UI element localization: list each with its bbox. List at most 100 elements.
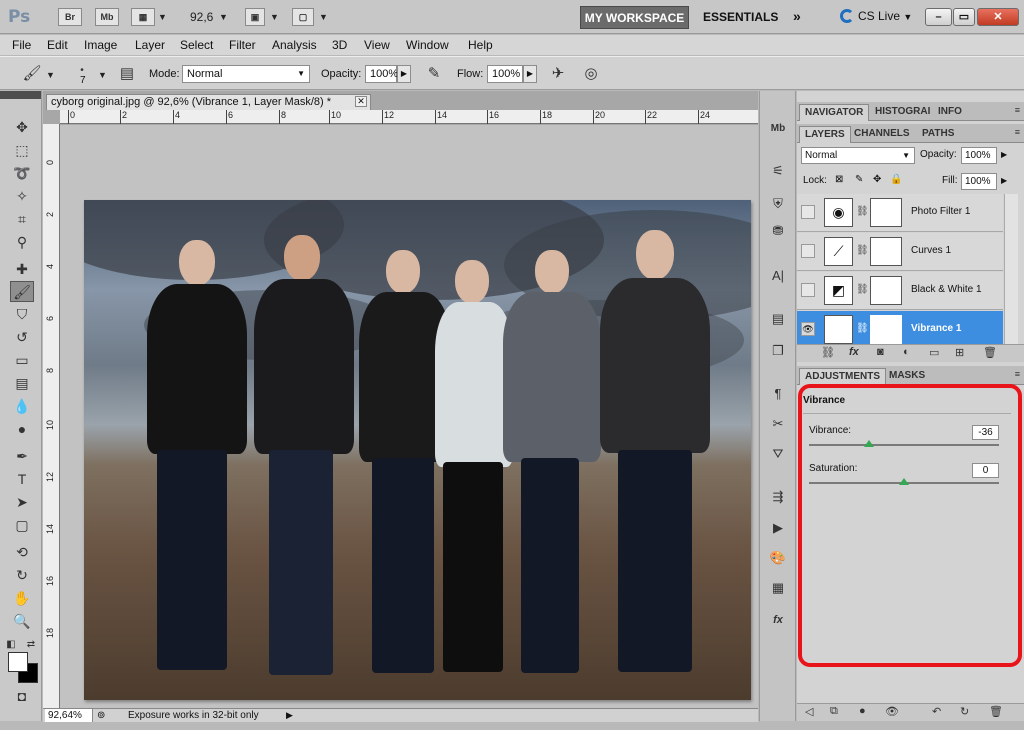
type-tool-icon[interactable]: T	[10, 469, 34, 490]
chevron-down-icon[interactable]: ▼	[270, 12, 279, 22]
tab-histogram[interactable]: HISTOGRAI	[870, 104, 935, 121]
layers-opacity-field[interactable]: 100%	[961, 147, 997, 164]
saturation-value-field[interactable]: 0	[972, 463, 999, 478]
path-selection-tool-icon[interactable]: ➤	[10, 492, 34, 513]
menu-3d[interactable]: 3D	[332, 38, 347, 52]
notes-dock-icon[interactable]: ▤	[767, 309, 789, 329]
tablet-pressure-opacity-icon[interactable]: ✎	[424, 64, 444, 84]
dodge-tool-icon[interactable]: ●	[10, 419, 34, 440]
opacity-field[interactable]: 100%	[365, 65, 398, 83]
vibrance-slider-track[interactable]	[809, 444, 999, 446]
minibridge-button[interactable]: Mb	[95, 8, 119, 26]
foreground-color-swatch[interactable]	[8, 652, 28, 672]
hand-tool-icon[interactable]: ✋	[10, 588, 34, 609]
layer-mask-thumbnail[interactable]	[870, 198, 902, 227]
eyedropper-tool-icon[interactable]: ⚲	[10, 232, 34, 253]
styles-dock-icon[interactable]: fx	[767, 610, 789, 630]
document-photo[interactable]	[84, 200, 751, 700]
lock-transparent-icon[interactable]: ⊠	[835, 174, 843, 185]
eye-icon[interactable]: 👁	[801, 322, 815, 336]
menu-layer[interactable]: Layer	[135, 38, 165, 52]
cs-live-button[interactable]: CS Live ▼	[840, 9, 912, 23]
layer-row-curves[interactable]: ⟋ ⛓ Curves 1	[797, 233, 1003, 271]
menu-select[interactable]: Select	[180, 38, 213, 52]
brush-presets-dock-icon[interactable]: ⚟	[767, 161, 789, 181]
delete-layer-icon[interactable]: 🗑	[983, 346, 997, 359]
layers-scrollbar[interactable]	[1004, 194, 1018, 349]
brush-preset-icon[interactable]: 🖌	[22, 64, 42, 84]
quick-selection-tool-icon[interactable]: ✧	[10, 186, 34, 207]
clone-stamp-tool-icon[interactable]: ⛉	[10, 304, 34, 325]
brush-tool-icon[interactable]: 🖌	[10, 281, 34, 302]
add-mask-icon[interactable]: ◙	[877, 346, 884, 358]
chevron-down-icon[interactable]: ▼	[219, 12, 228, 22]
clone-source-dock-icon[interactable]: ⛨	[767, 194, 789, 214]
tab-masks[interactable]: MASKS	[884, 368, 930, 385]
flow-field[interactable]: 100%	[487, 65, 523, 83]
menu-help[interactable]: Help	[468, 38, 493, 52]
history-brush-tool-icon[interactable]: ↺	[10, 327, 34, 348]
clip-to-layer-icon[interactable]: ●	[859, 705, 866, 717]
tab-layers[interactable]: LAYERS	[799, 126, 851, 143]
menu-analysis[interactable]: Analysis	[272, 38, 317, 52]
tool-presets-dock-icon[interactable]: ⛃	[767, 221, 789, 241]
3d-rotate-tool-icon[interactable]: ⟲	[10, 542, 34, 563]
extras-icon[interactable]: ▦	[131, 8, 155, 26]
fill-field[interactable]: 100%	[961, 173, 997, 190]
canvas-area[interactable]	[60, 125, 758, 708]
panel-menu-icon[interactable]: ≡	[1015, 105, 1020, 115]
lock-image-icon[interactable]: ✎	[855, 174, 863, 185]
blend-mode-select[interactable]: Normal ▼	[801, 147, 915, 164]
panel-menu-icon[interactable]: ≡	[1015, 127, 1020, 137]
flow-slider-arrow-icon[interactable]: ▶	[523, 65, 537, 83]
expanded-view-icon[interactable]: ⧉	[830, 705, 838, 718]
lock-all-icon[interactable]: 🔒	[890, 174, 902, 185]
menu-filter[interactable]: Filter	[229, 38, 256, 52]
chevron-down-icon[interactable]: ▼	[46, 70, 55, 80]
vibrance-value-field[interactable]: -36	[972, 425, 999, 440]
chevron-down-icon[interactable]: ▼	[158, 12, 167, 22]
chevron-down-icon[interactable]: ▼	[98, 70, 107, 80]
tab-channels[interactable]: CHANNELS	[849, 126, 915, 143]
tab-navigator[interactable]: NAVIGATOR	[799, 104, 870, 121]
menu-view[interactable]: View	[364, 38, 390, 52]
layer-mask-thumbnail[interactable]	[870, 237, 902, 266]
fill-slider-arrow-icon[interactable]: ▶	[1001, 176, 1007, 185]
3d-orbit-tool-icon[interactable]: ↻	[10, 565, 34, 586]
layer-mask-thumbnail[interactable]	[870, 315, 902, 344]
menu-file[interactable]: File	[12, 38, 31, 52]
lock-position-icon[interactable]: ✥	[873, 174, 881, 185]
color-dock-icon[interactable]: 🎨	[767, 548, 789, 568]
panel-menu-icon[interactable]: ≡	[1015, 369, 1020, 379]
restore-button[interactable]: ▭	[953, 8, 975, 26]
airbrush-icon[interactable]: ✈	[548, 64, 568, 84]
new-layer-icon[interactable]: ⊞	[955, 346, 964, 359]
animation-dock-icon[interactable]: ⇶	[767, 487, 789, 507]
pen-tool-icon[interactable]: ✒	[10, 446, 34, 467]
status-menu-arrow-icon[interactable]: ▶	[286, 709, 293, 722]
workspace-essentials-button[interactable]: ESSENTIALS	[703, 10, 778, 24]
workspace-my-workspace-button[interactable]: MY WORKSPACE	[580, 6, 689, 29]
quick-mask-icon[interactable]: ◘	[10, 686, 34, 707]
close-button[interactable]: ✕	[977, 8, 1019, 26]
actions-dock-icon[interactable]: ▶	[767, 518, 789, 538]
new-adjustment-icon[interactable]: ◐	[903, 346, 910, 358]
layer-row-photo-filter[interactable]: ◉ ⛓ Photo Filter 1	[797, 194, 1003, 232]
vibrance-slider-thumb[interactable]	[864, 440, 874, 447]
paragraph-dock-icon[interactable]: ¶	[767, 384, 789, 404]
tab-adjustments[interactable]: ADJUSTMENTS	[799, 368, 887, 385]
zoom-tool-icon[interactable]: 🔍	[10, 611, 34, 632]
3d-dock-icon[interactable]: ⛛	[767, 444, 789, 464]
document-tab-close-icon[interactable]: ✕	[355, 96, 367, 107]
previous-state-icon[interactable]: ↶	[932, 705, 941, 718]
visibility-toggle[interactable]	[801, 244, 815, 258]
lasso-tool-icon[interactable]: ➰	[10, 163, 34, 184]
arrange-documents-icon[interactable]: ▣	[245, 8, 265, 26]
layer-mask-thumbnail[interactable]	[870, 276, 902, 305]
zoom-level[interactable]: 92,6	[190, 10, 213, 24]
document-tab[interactable]: cyborg original.jpg @ 92,6% (Vibrance 1,…	[46, 94, 371, 110]
new-group-icon[interactable]: ▭	[929, 346, 939, 359]
link-layers-icon[interactable]: ⛓	[821, 346, 835, 359]
menu-edit[interactable]: Edit	[47, 38, 68, 52]
bridge-button[interactable]: Br	[58, 8, 82, 26]
